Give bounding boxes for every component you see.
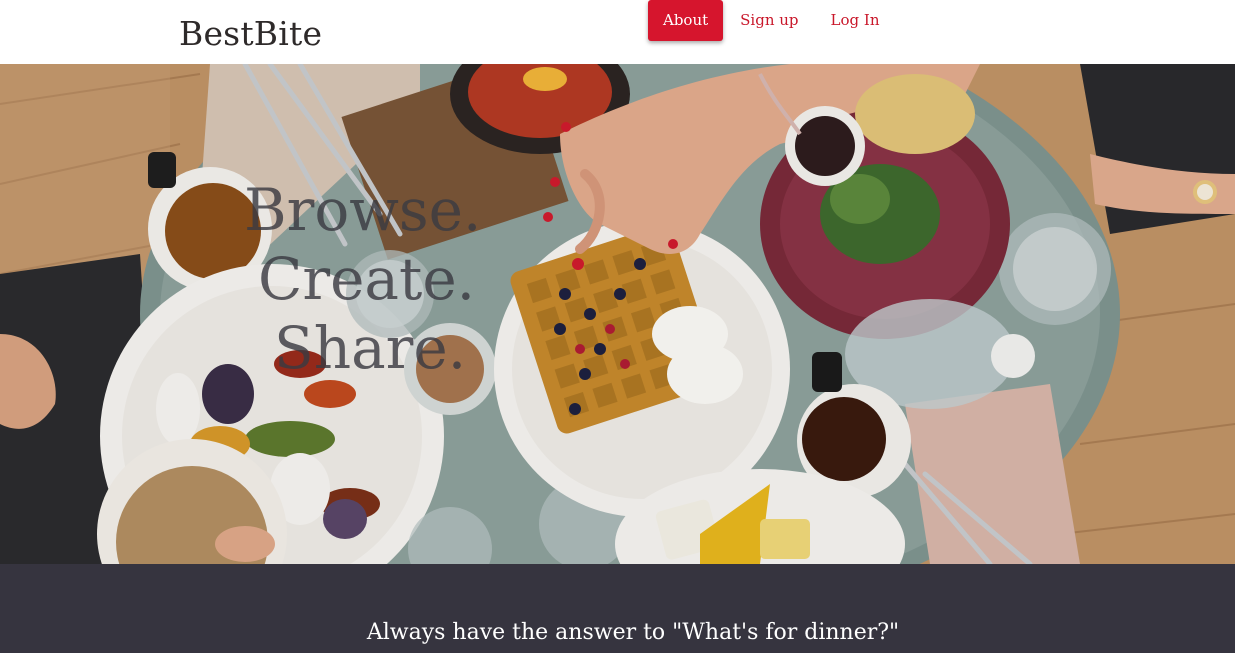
nav-about-button[interactable]: About [648,0,724,41]
tagline-share: Share. [274,314,467,382]
hero-tagline: Browse. Create. Share. [244,176,544,383]
top-navbar: BestBite About Sign up Log In [0,0,1235,64]
hero-food-photo [0,64,1235,564]
brand-logo[interactable]: BestBite [179,14,322,53]
dinner-question-text: Always have the answer to "What's for di… [366,620,900,645]
nav-login-link[interactable]: Log In [815,0,896,41]
tagline-create: Create. [258,245,476,313]
nav-links: About Sign up Log In [648,0,895,41]
nav-signup-link[interactable]: Sign up [724,0,814,41]
tagline-browse: Browse. [244,176,482,244]
hero-banner: Browse. Create. Share. [0,64,1235,564]
